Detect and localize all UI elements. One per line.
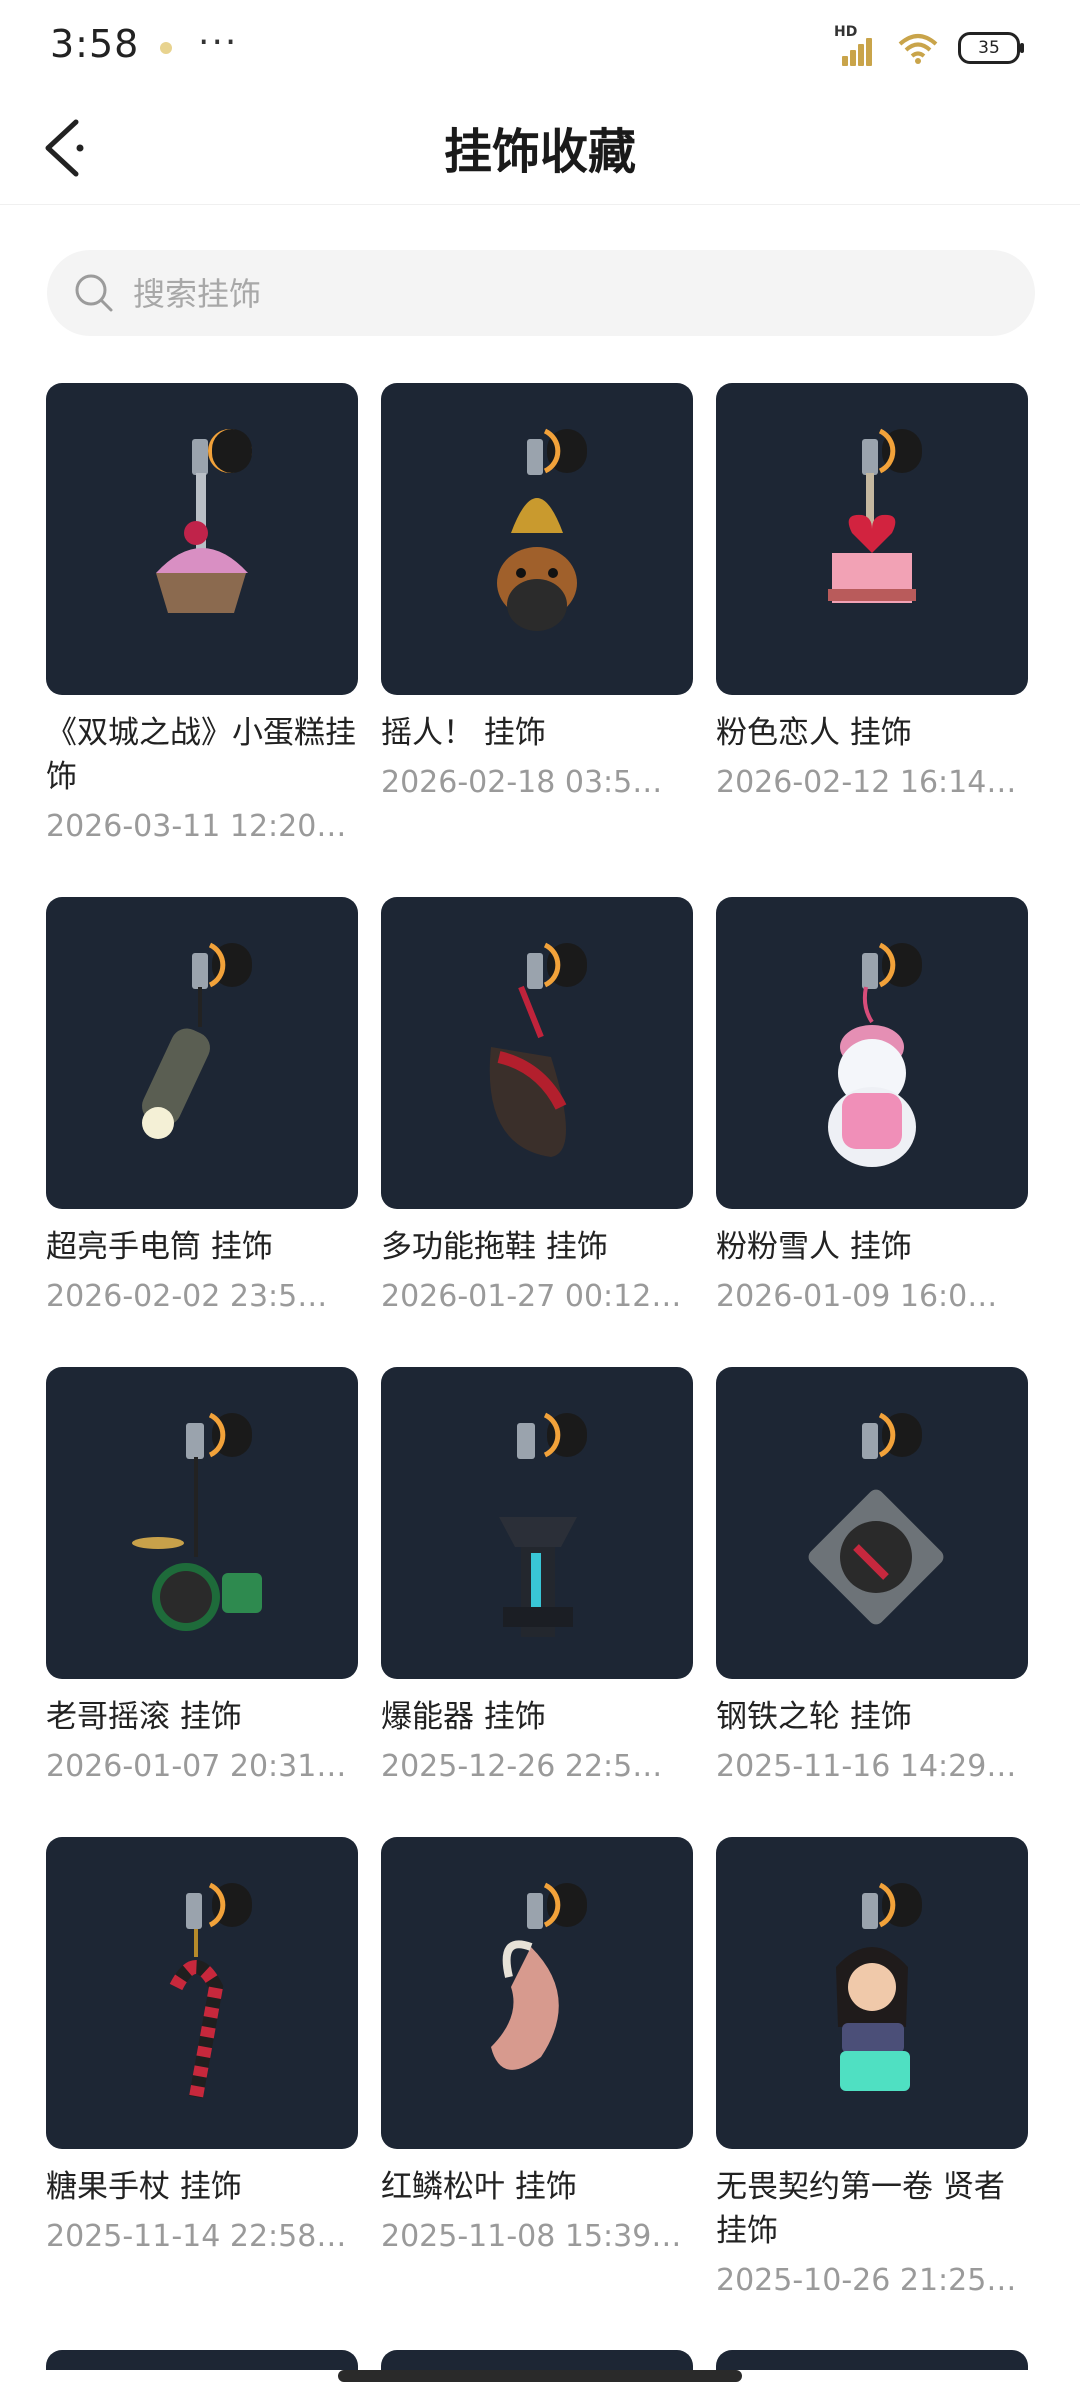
charm-title: 糖果手杖 挂饰 [46,2169,242,2205]
charm-card[interactable]: 粉粉雪人 挂饰 2026-01-09 16:0… [716,897,1030,1317]
charm-card[interactable]: 粉色恋人 挂饰 2026-02-12 16:14:… [716,383,1030,803]
charm-card[interactable]: 《双城之战》小蛋糕挂饰 2026-03-11 12:20:… [46,383,360,847]
charm-title: 摇人！ 挂饰 [381,715,546,751]
charm-card[interactable]: 老哥摇滚 挂饰 2026-01-07 20:31… [46,1367,360,1787]
charm-date: 2026-01-09 16:0… [716,1279,998,1314]
charm-card-partial[interactable] [716,2350,1028,2370]
charm-title: 多功能拖鞋 挂饰 [381,1229,608,1265]
cellular-signal-icon: HD [834,24,878,66]
charm-title: 粉粉雪人 挂饰 [716,1229,912,1265]
search-input[interactable] [131,250,1015,338]
charm-date: 2026-01-07 20:31… [46,1749,347,1784]
charm-card[interactable]: 钢铁之轮 挂饰 2025-11-16 14:29:… [716,1367,1030,1787]
bear-bell-icon [497,428,587,631]
charm-thumbnail[interactable] [381,1837,693,2149]
blaster-icon [499,1412,587,1637]
battery-icon: 35 [958,32,1024,64]
charm-title: 老哥摇滚 挂饰 [46,1699,242,1735]
charm-date: 2025-11-14 22:58… [46,2219,347,2254]
heart-cake-icon [828,428,922,603]
candy-cane-icon [169,1882,252,2099]
search-icon [75,274,113,312]
more-notifications-icon: ··· [198,22,239,63]
charm-card-partial[interactable] [381,2350,693,2370]
charm-date: 2026-02-18 03:5… [381,765,663,800]
charm-title: 红鳞松叶 挂饰 [381,2169,577,2205]
charm-card[interactable]: 多功能拖鞋 挂饰 2026-01-27 00:12… [381,897,695,1317]
search-bar[interactable] [47,250,1035,338]
charm-thumbnail[interactable] [381,897,693,1209]
charm-card[interactable]: 摇人！ 挂饰 2026-02-18 03:5… [381,383,695,803]
charm-title: 爆能器 挂饰 [381,1699,546,1735]
charm-card[interactable]: 糖果手杖 挂饰 2025-11-14 22:58… [46,1837,360,2257]
charm-title: 钢铁之轮 挂饰 [716,1699,912,1735]
charm-date: 2026-01-27 00:12… [381,1279,682,1314]
notification-dot-icon [160,42,172,54]
cupcake-icon [156,429,252,613]
charm-card[interactable]: 爆能器 挂饰 2025-12-26 22:5… [381,1367,695,1787]
charm-title: 无畏契约第一卷 贤者挂饰 [716,2169,1005,2249]
page-title: 挂饰收藏 [443,124,636,180]
snowman-icon [828,942,922,1167]
charm-thumbnail[interactable] [716,383,1028,695]
charm-date: 2025-10-26 21:25… [716,2263,1017,2298]
charm-date: 2025-11-16 14:29:… [716,1749,1020,1784]
charm-card-partial[interactable] [46,2350,358,2370]
charm-date: 2026-02-02 23:5… [46,1279,328,1314]
charm-thumbnail[interactable] [46,383,358,695]
wifi-icon [898,34,938,64]
charm-thumbnail[interactable] [716,897,1028,1209]
charm-thumbnail[interactable] [381,1367,693,1679]
charm-card[interactable]: 超亮手电筒 挂饰 2026-02-02 23:5… [46,897,360,1317]
network-label: HD [834,24,858,40]
charm-card[interactable]: 无畏契约第一卷 贤者挂饰 2025-10-26 21:25… [716,1837,1030,2301]
drums-icon [132,1412,262,1631]
status-bar: 3:58 ··· HD 35 [0,0,1080,92]
charm-date: 2025-12-26 22:5… [381,1749,663,1784]
charm-thumbnail[interactable] [46,1367,358,1679]
slipper-icon [489,942,587,1157]
sage-figure-icon [836,1882,922,2091]
charm-thumbnail[interactable] [716,1367,1028,1679]
koi-icon [491,1882,587,2070]
flashlight-icon [142,942,252,1139]
header: 挂饰收藏 [0,92,1080,205]
charm-title: 粉色恋人 挂饰 [716,715,912,751]
status-time: 3:58 [50,22,140,66]
charm-date: 2025-11-08 15:39… [381,2219,682,2254]
charm-card[interactable]: 红鳞松叶 挂饰 2025-11-08 15:39… [381,1837,695,2257]
turntable-icon [808,1412,944,1625]
charm-title: 超亮手电筒 挂饰 [46,1229,273,1265]
home-indicator[interactable] [338,2370,742,2382]
charm-date: 2026-03-11 12:20:… [46,809,350,844]
charm-thumbnail[interactable] [716,1837,1028,2149]
charm-thumbnail[interactable] [381,383,693,695]
charm-thumbnail[interactable] [46,1837,358,2149]
charm-date: 2026-02-12 16:14:… [716,765,1020,800]
charm-thumbnail[interactable] [46,897,358,1209]
charm-title: 《双城之战》小蛋糕挂饰 [46,715,356,795]
